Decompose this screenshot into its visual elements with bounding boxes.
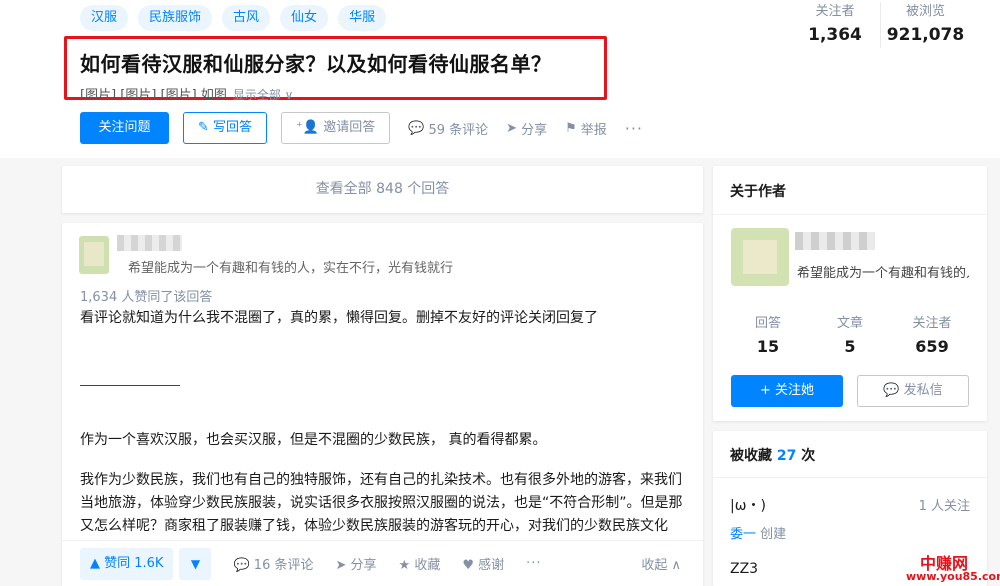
answer-actions: ▲ 赞同 1.6K ▼ 💬 16 条评论 ➤ 分享 ★ 收藏 ♥ 感谢 ··· … xyxy=(62,540,703,586)
topic-tag[interactable]: 仙女 xyxy=(280,5,329,31)
articles-label: 文章 xyxy=(836,316,863,331)
follow-author-button[interactable]: + 关注她 xyxy=(731,375,843,407)
chat-icon: 💬 xyxy=(883,383,900,398)
share-icon: ➤ xyxy=(506,120,518,136)
author-bio: 希望能成为一个有趣和有钱的人，实在不行，光有钱就行 xyxy=(128,261,454,276)
answer-share-label: 分享 xyxy=(350,558,377,573)
topic-tag[interactable]: 华服 xyxy=(338,5,387,31)
about-author-card: 关于作者 希望能成为一个有趣和有钱的人 回答 15 文章 5 关注者 659 +… xyxy=(713,166,987,421)
send-message-button[interactable]: 💬 发私信 xyxy=(857,375,969,407)
more-button[interactable]: ··· xyxy=(625,119,643,138)
heart-icon: ♥ xyxy=(462,558,475,573)
thanks-label: 感谢 xyxy=(478,558,505,573)
comments-button[interactable]: 💬 59 条评论 xyxy=(408,119,488,138)
pencil-icon: ✎ xyxy=(198,120,209,135)
upvote-button[interactable]: ▲ 赞同 1.6K xyxy=(80,547,174,580)
answers-label: 回答 xyxy=(754,316,781,331)
comments-label: 59 条评论 xyxy=(428,122,489,138)
topic-tags: 汉服 民族服饰 古风 仙女 华服 xyxy=(80,5,387,31)
answers-count: 15 xyxy=(756,337,780,356)
add-user-icon: ⁺👤 xyxy=(296,120,320,135)
question-excerpt: [图片] [图片] [图片] 如图 显示全部 ∨ xyxy=(80,84,293,100)
question-title: 如何看待汉服和仙服分家？以及如何看待仙服名单？ xyxy=(80,52,552,76)
followers-count: 1,364 xyxy=(808,25,862,45)
invite-answer-label: 邀请回答 xyxy=(323,120,376,135)
answer-comments-label: 16 条评论 xyxy=(253,558,314,573)
answer-paragraph: 看评论就知道为什么我不混圈了，真的累，懒得回复。删掉不友好的评论关闭回复了 xyxy=(80,310,598,326)
answer-share-button[interactable]: ➤ 分享 xyxy=(335,554,376,573)
answer-paragraph: 作为一个喜欢汉服，也会买汉服，但是不混圈的少数民族， 真的看得都累。 xyxy=(80,432,547,448)
followers-stat[interactable]: 关注者 1,364 xyxy=(790,2,880,48)
author-avatar[interactable] xyxy=(731,228,789,286)
views-label: 被浏览 xyxy=(905,4,945,19)
follow-question-button[interactable]: 关注问题 xyxy=(80,112,169,144)
collections-suffix: 次 xyxy=(801,448,816,464)
comment-icon: 💬 xyxy=(233,558,250,573)
write-answer-label: 写回答 xyxy=(213,120,253,135)
topic-tag[interactable]: 汉服 xyxy=(80,5,129,31)
creator-link[interactable]: 委一 xyxy=(730,527,756,542)
author-bio: 希望能成为一个有趣和有钱的人 xyxy=(797,262,969,281)
about-author-title: 关于作者 xyxy=(730,184,786,200)
collect-label: 收藏 xyxy=(414,558,441,573)
articles-stat[interactable]: 文章 5 xyxy=(815,315,885,361)
answer-more-button[interactable]: ··· xyxy=(526,556,541,571)
answer-paragraph: 我作为少数民族，我们也有自己的独特服饰，还有自己的扎染技术。也有很多外地的游客，… xyxy=(80,472,683,534)
invite-answer-button[interactable]: ⁺👤 邀请回答 xyxy=(281,112,391,144)
collapse-button[interactable]: 收起 ∧ xyxy=(641,554,681,573)
divider xyxy=(713,214,987,215)
author-followers-stat[interactable]: 关注者 659 xyxy=(897,315,967,361)
report-label: 举报 xyxy=(580,122,607,138)
flag-icon: ⚑ xyxy=(565,120,577,136)
view-all-answers-link[interactable]: 查看全部 848 个回答 xyxy=(62,166,703,213)
collection-followers: 1 人关注 xyxy=(918,499,970,514)
share-icon: ➤ xyxy=(335,558,347,573)
question-header: 汉服 民族服饰 古风 仙女 华服 关注者 1,364 被浏览 921,078 如… xyxy=(0,0,1000,158)
author-stats: 回答 15 文章 5 关注者 659 xyxy=(713,315,987,361)
answer-card: 希望能成为一个有趣和有钱的人，实在不行，光有钱就行 1,634 人赞同了该回答 … xyxy=(62,223,703,586)
author-name-blurred[interactable] xyxy=(117,235,182,251)
comment-icon: 💬 xyxy=(408,120,425,136)
followers-label: 关注者 xyxy=(815,4,855,19)
views-count: 921,078 xyxy=(886,25,965,45)
write-answer-button[interactable]: ✎ 写回答 xyxy=(183,112,268,144)
share-button[interactable]: ➤ 分享 xyxy=(506,119,547,138)
collection-item[interactable]: |ω・) 1 人关注 委一 创建 xyxy=(730,495,970,542)
share-label: 分享 xyxy=(521,122,548,138)
report-button[interactable]: ⚑ 举报 xyxy=(565,119,607,138)
watermark-cn: 中赚网 xyxy=(920,554,969,573)
collect-button[interactable]: ★ 收藏 xyxy=(399,554,441,573)
author-avatar[interactable] xyxy=(79,236,109,274)
creator-suffix: 创建 xyxy=(756,527,787,542)
thanks-button[interactable]: ♥ 感谢 xyxy=(462,554,504,573)
downvote-button[interactable]: ▼ xyxy=(179,547,212,580)
collection-creator: 委一 创建 xyxy=(730,523,970,542)
articles-count: 5 xyxy=(844,337,856,356)
author-bio-text: 希望能成为一个有趣和有钱的人 xyxy=(797,266,969,281)
star-icon: ★ xyxy=(398,558,411,573)
divider xyxy=(713,477,987,478)
answers-stat[interactable]: 回答 15 xyxy=(733,315,803,361)
answer-comments-button[interactable]: 💬 16 条评论 xyxy=(233,554,313,573)
site-watermark: 中赚网 www.you85.com xyxy=(906,554,1000,583)
author-followers-count: 659 xyxy=(915,337,949,356)
send-message-label: 发私信 xyxy=(903,383,943,398)
topic-tag[interactable]: 民族服饰 xyxy=(138,5,213,31)
collections-count: 27 xyxy=(776,448,797,464)
author-followers-label: 关注者 xyxy=(912,316,952,331)
views-stat: 被浏览 921,078 xyxy=(880,2,970,48)
divider xyxy=(80,385,180,386)
collections-label: 被收藏 xyxy=(730,448,772,464)
question-actions: 关注问题 ✎ 写回答 ⁺👤 邀请回答 💬 59 条评论 ➤ 分享 ⚑ 举报 ··… xyxy=(80,112,661,144)
collections-title: 被收藏 27 次 xyxy=(730,445,815,465)
show-all-link[interactable]: 显示全部 ∨ xyxy=(233,88,294,100)
agree-count: 1,634 人赞同了该回答 xyxy=(80,290,213,305)
question-stats: 关注者 1,364 被浏览 921,078 xyxy=(790,2,970,48)
excerpt-text: [图片] [图片] [图片] 如图 xyxy=(80,88,227,100)
author-name-blurred[interactable] xyxy=(795,232,875,250)
topic-tag[interactable]: 古风 xyxy=(222,5,271,31)
